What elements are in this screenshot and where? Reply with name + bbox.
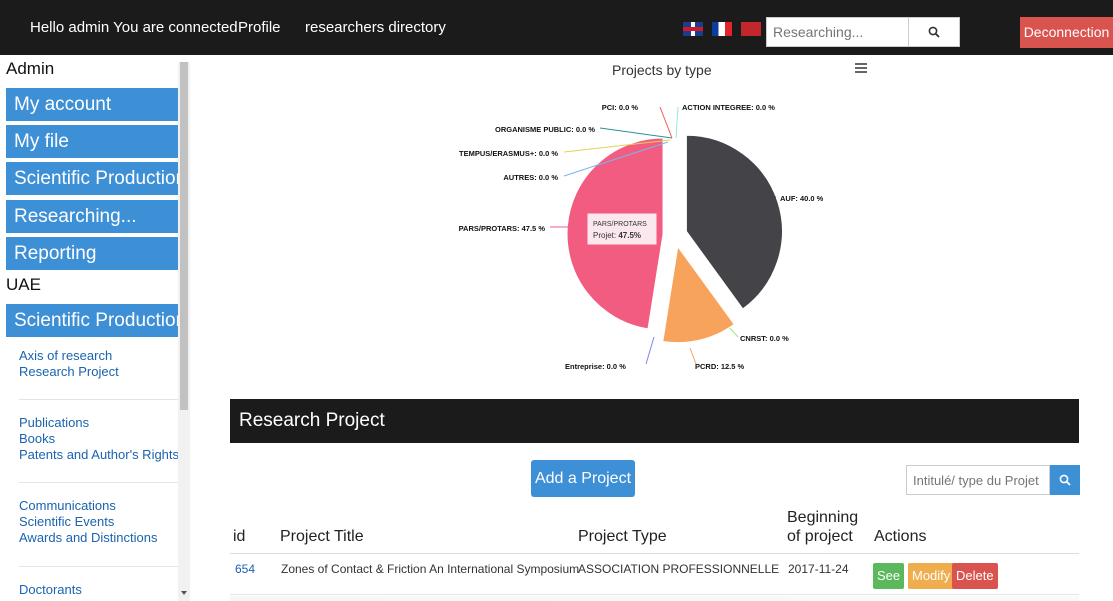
pie-label-entreprise: Entreprise: 0.0 % [565, 362, 626, 371]
delete-button[interactable]: Delete [952, 563, 998, 589]
column-header-id: id [233, 528, 246, 545]
france-flag-icon[interactable] [712, 22, 732, 36]
section-title-uae: UAE [6, 275, 41, 294]
chart-menu-icon[interactable] [855, 63, 867, 73]
row-type: ASSOCIATION PROFESSIONNELLE [578, 562, 780, 576]
sidebar-item-my-file[interactable]: My file [6, 125, 178, 158]
link-group-doctorants: Doctorants [19, 582, 82, 598]
tooltip-value: Projet: 47.5% [593, 231, 641, 240]
chart-tooltip: PARS/PROTARS Projet: 47.5% [586, 212, 658, 246]
project-filter-input[interactable] [906, 465, 1050, 495]
chart-title: Projects by type [612, 62, 712, 78]
sidebar-item-reporting[interactable]: Reporting [6, 237, 178, 270]
link-doctorants[interactable]: Doctorants [19, 582, 82, 598]
search-button[interactable] [908, 17, 960, 47]
navbar-background: Hello admin You are connected Profile re… [0, 0, 1113, 55]
pie-chart: AUF: 40.0 % CNRST: 0.0 % PCRD: 12.5 % Entre… [459, 103, 824, 371]
sidebar-item-researching[interactable]: Researching... [6, 200, 178, 233]
tooltip-series-label: PARS/PROTARS [593, 221, 647, 228]
greeting-text: Hello admin You are connected [30, 19, 238, 36]
pie-connector-pci [659, 106, 673, 139]
project-filter-button[interactable] [1050, 465, 1080, 495]
uk-flag-icon[interactable] [683, 22, 703, 36]
link-scientific-events[interactable]: Scientific Events [19, 514, 158, 530]
search-icon [928, 26, 940, 38]
sidebar: Admin My account My file Scientific Prod… [0, 59, 190, 601]
table-header-divider [230, 553, 1079, 554]
divider [19, 399, 178, 400]
sidebar-item-my-account[interactable]: My account [6, 88, 178, 121]
column-header-actions: Actions [874, 528, 927, 545]
pie-label-auf: AUF: 40.0 % [780, 194, 824, 203]
link-awards[interactable]: Awards and Distinctions [19, 530, 158, 546]
column-header-beginning-line1: Beginning [787, 509, 859, 526]
pie-label-cnrst: CNRST: 0.0 % [740, 334, 789, 343]
row-date: 2017-11-24 [788, 562, 849, 576]
pie-label-pcrd: PCRD: 12.5 % [695, 362, 745, 371]
pie-label-autres: AUTRES: 0.0 % [503, 173, 558, 182]
logout-button[interactable]: Deconnection [1020, 17, 1113, 48]
divider [19, 482, 178, 483]
section-title-admin: Admin [6, 59, 55, 78]
morocco-flag-icon[interactable] [741, 22, 761, 36]
column-header-title: Project Title [280, 528, 364, 545]
search-input[interactable] [766, 17, 908, 47]
link-research-project[interactable]: Research Project [19, 364, 119, 380]
see-button[interactable]: See [873, 563, 905, 589]
sidebar-item-scientific-production[interactable]: Scientific Production [6, 162, 186, 195]
scrollbar-thumb[interactable] [180, 62, 188, 410]
link-books[interactable]: Books [19, 431, 179, 447]
tooltip-value-number: 47.5% [618, 231, 641, 240]
directory-link[interactable]: researchers directory [305, 0, 446, 55]
sidebar-item-uae-scientific-production[interactable]: Scientific Production [6, 304, 186, 337]
research-project-header: Research Project [230, 399, 1079, 443]
tooltip-value-prefix: Projet: [593, 231, 618, 240]
modify-button[interactable]: Modify [908, 563, 955, 589]
scroll-down-arrow-icon[interactable] [181, 591, 187, 595]
link-publications[interactable]: Publications [19, 415, 179, 431]
pie-label-tempus-erasmus-: TEMPUS/ERASMUS+: 0.0 % [459, 149, 558, 158]
pie-connector-entreprise [645, 336, 655, 365]
tooltip-box [586, 212, 658, 246]
sidebar-scrollbar[interactable] [178, 62, 190, 601]
link-group-research: Axis of research Research Project [19, 348, 119, 380]
row-id-link[interactable]: 654 [235, 562, 255, 576]
row-divider [230, 594, 1079, 595]
link-communications[interactable]: Communications [19, 498, 158, 514]
link-patents[interactable]: Patents and Author's Rights [19, 447, 179, 463]
row-title: Zones of Contact & Friction An Internati… [281, 562, 580, 576]
pie-label-organisme-public: ORGANISME PUBLIC: 0.0 % [495, 125, 595, 134]
link-axis-of-research[interactable]: Axis of research [19, 348, 119, 364]
search-icon [1059, 474, 1071, 486]
link-group-communications: Communications Scientific Events Awards … [19, 498, 158, 546]
link-group-publications: Publications Books Patents and Author's … [19, 415, 179, 463]
column-header-beginning-line2: of project [787, 528, 853, 545]
column-header-type: Project Type [578, 528, 667, 545]
profile-link[interactable]: Profile [238, 0, 281, 55]
pie-label-pars-protars: PARS/PROTARS: 47.5 % [459, 224, 546, 233]
pie-connector-action-integree [675, 106, 679, 139]
pie-connector-organisme-public [599, 127, 673, 139]
column-header-beginning: Beginning of project [787, 508, 858, 546]
top-navbar: Hello admin You are connected Profile re… [0, 0, 1113, 62]
divider [19, 566, 178, 567]
pie-label-pci: PCI: 0.0 % [602, 103, 639, 112]
next-table-row [230, 596, 1079, 601]
add-project-button[interactable]: Add a Project [531, 460, 635, 497]
pie-label-action-integree: ACTION INTEGREE: 0.0 % [682, 103, 775, 112]
